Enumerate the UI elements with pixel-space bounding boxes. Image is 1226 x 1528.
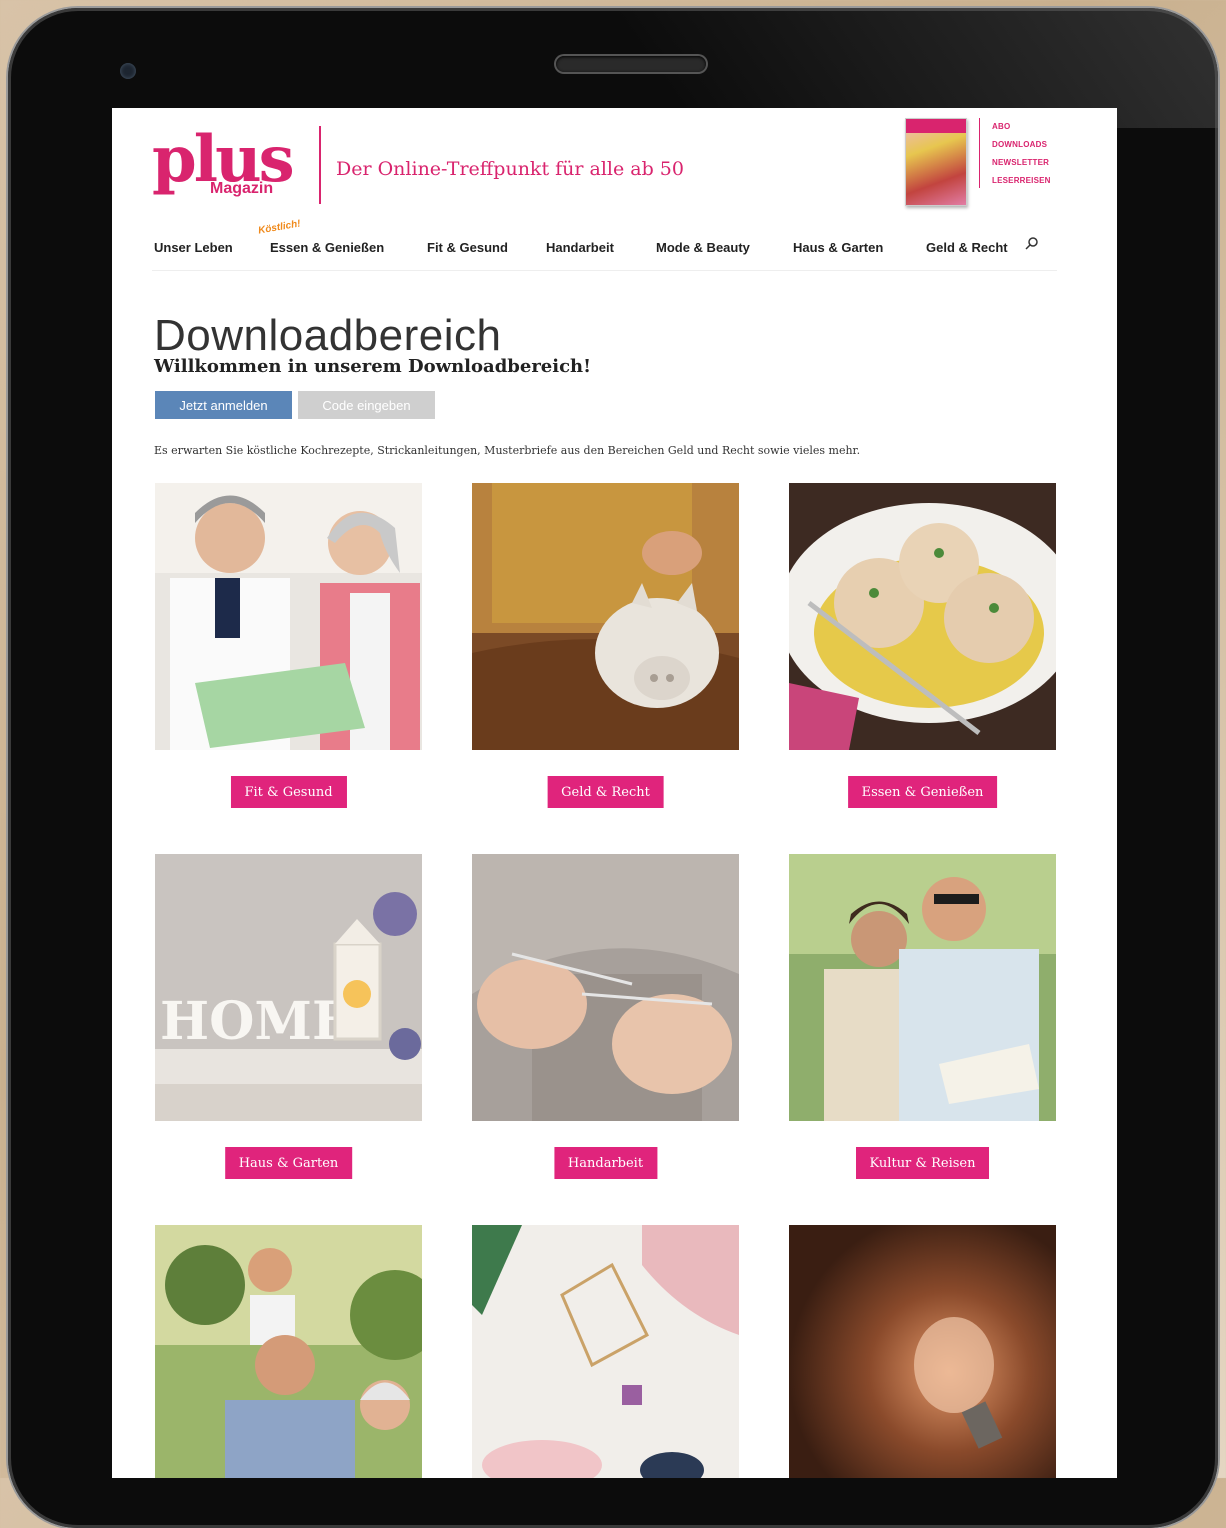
tile-family <box>155 1225 422 1478</box>
tile-lightbulb <box>789 1225 1056 1478</box>
piggy-bank-photo[interactable] <box>472 483 739 750</box>
category-button-handarbeit[interactable]: Handarbeit <box>553 1147 658 1179</box>
intro-text: Es erwarten Sie köstliche Kochrezepte, S… <box>154 444 861 457</box>
knitting-photo[interactable] <box>472 854 739 1121</box>
tile-fit-gesund: Fit & Gesund <box>155 483 422 808</box>
main-nav: Unser Leben Köstlich! Essen & Genießen F… <box>154 218 1054 272</box>
nav-item-handarbeit[interactable]: Handarbeit <box>546 240 614 255</box>
category-button-geld-recht[interactable]: Geld & Recht <box>547 776 664 808</box>
home-decor-photo[interactable]: HOME <box>155 854 422 1121</box>
nav-item-geld-recht[interactable]: Geld & Recht <box>926 240 1008 255</box>
travel-couple-photo[interactable] <box>789 854 1056 1121</box>
search-icon[interactable] <box>1024 236 1040 252</box>
nav-item-fit-gesund[interactable]: Fit & Gesund <box>427 240 508 255</box>
welcome-heading: Willkommen in unserem Downloadbereich! <box>154 356 592 377</box>
lightbulb-photo[interactable] <box>789 1225 1056 1478</box>
tile-haus-garten: HOME Haus & Garten <box>155 854 422 1179</box>
tile-fashion <box>472 1225 739 1478</box>
tile-handarbeit: Handarbeit <box>472 854 739 1179</box>
top-link-downloads[interactable]: DOWNLOADS <box>992 136 1051 154</box>
page-title: Downloadbereich <box>154 311 502 361</box>
nav-item-essen-geniessen[interactable]: Essen & Genießen <box>270 240 384 255</box>
header-divider <box>319 126 321 204</box>
code-button[interactable]: Code eingeben <box>298 391 435 419</box>
camera-icon <box>120 63 136 79</box>
dumplings-photo[interactable] <box>789 483 1056 750</box>
nav-divider <box>152 270 1057 271</box>
nav-item-mode-beauty[interactable]: Mode & Beauty <box>656 240 750 255</box>
category-button-kultur-reisen[interactable]: Kultur & Reisen <box>855 1147 990 1179</box>
site-logo[interactable]: plus Magazin <box>152 122 302 206</box>
svg-text:HOME: HOME <box>160 991 352 1052</box>
logo-subtitle: Magazin <box>210 180 274 197</box>
category-button-fit-gesund[interactable]: Fit & Gesund <box>230 776 347 808</box>
browser-screen: plus Magazin Der Online-Treffpunkt für a… <box>112 108 1117 1478</box>
tile-kultur-reisen: Kultur & Reisen <box>789 854 1056 1179</box>
nav-badge: Köstlich! <box>257 218 302 237</box>
site-tagline: Der Online-Treffpunkt für alle ab 50 <box>336 158 684 180</box>
tile-geld-recht: Geld & Recht <box>472 483 739 808</box>
top-links: ABO DOWNLOADS NEWSLETTER LESERREISEN <box>992 118 1051 190</box>
nav-item-unser-leben[interactable]: Unser Leben <box>154 240 233 255</box>
nav-item-haus-garten[interactable]: Haus & Garten <box>793 240 883 255</box>
speaker-grille <box>556 56 706 72</box>
category-button-haus-garten[interactable]: Haus & Garten <box>224 1147 353 1179</box>
grandparent-child-photo[interactable] <box>155 1225 422 1478</box>
doctor-patient-photo[interactable] <box>155 483 422 750</box>
fashion-accessories-photo[interactable] <box>472 1225 739 1478</box>
login-button[interactable]: Jetzt anmelden <box>155 391 292 419</box>
top-link-newsletter[interactable]: NEWSLETTER <box>992 154 1051 172</box>
top-links-divider <box>979 118 980 188</box>
category-button-essen-geniessen[interactable]: Essen & Genießen <box>847 776 998 808</box>
magazine-cover-thumbnail[interactable] <box>905 118 967 206</box>
tile-essen-geniessen: Essen & Genießen <box>789 483 1056 808</box>
top-link-leserreisen[interactable]: LESERREISEN <box>992 172 1051 190</box>
top-link-abo[interactable]: ABO <box>992 118 1051 136</box>
